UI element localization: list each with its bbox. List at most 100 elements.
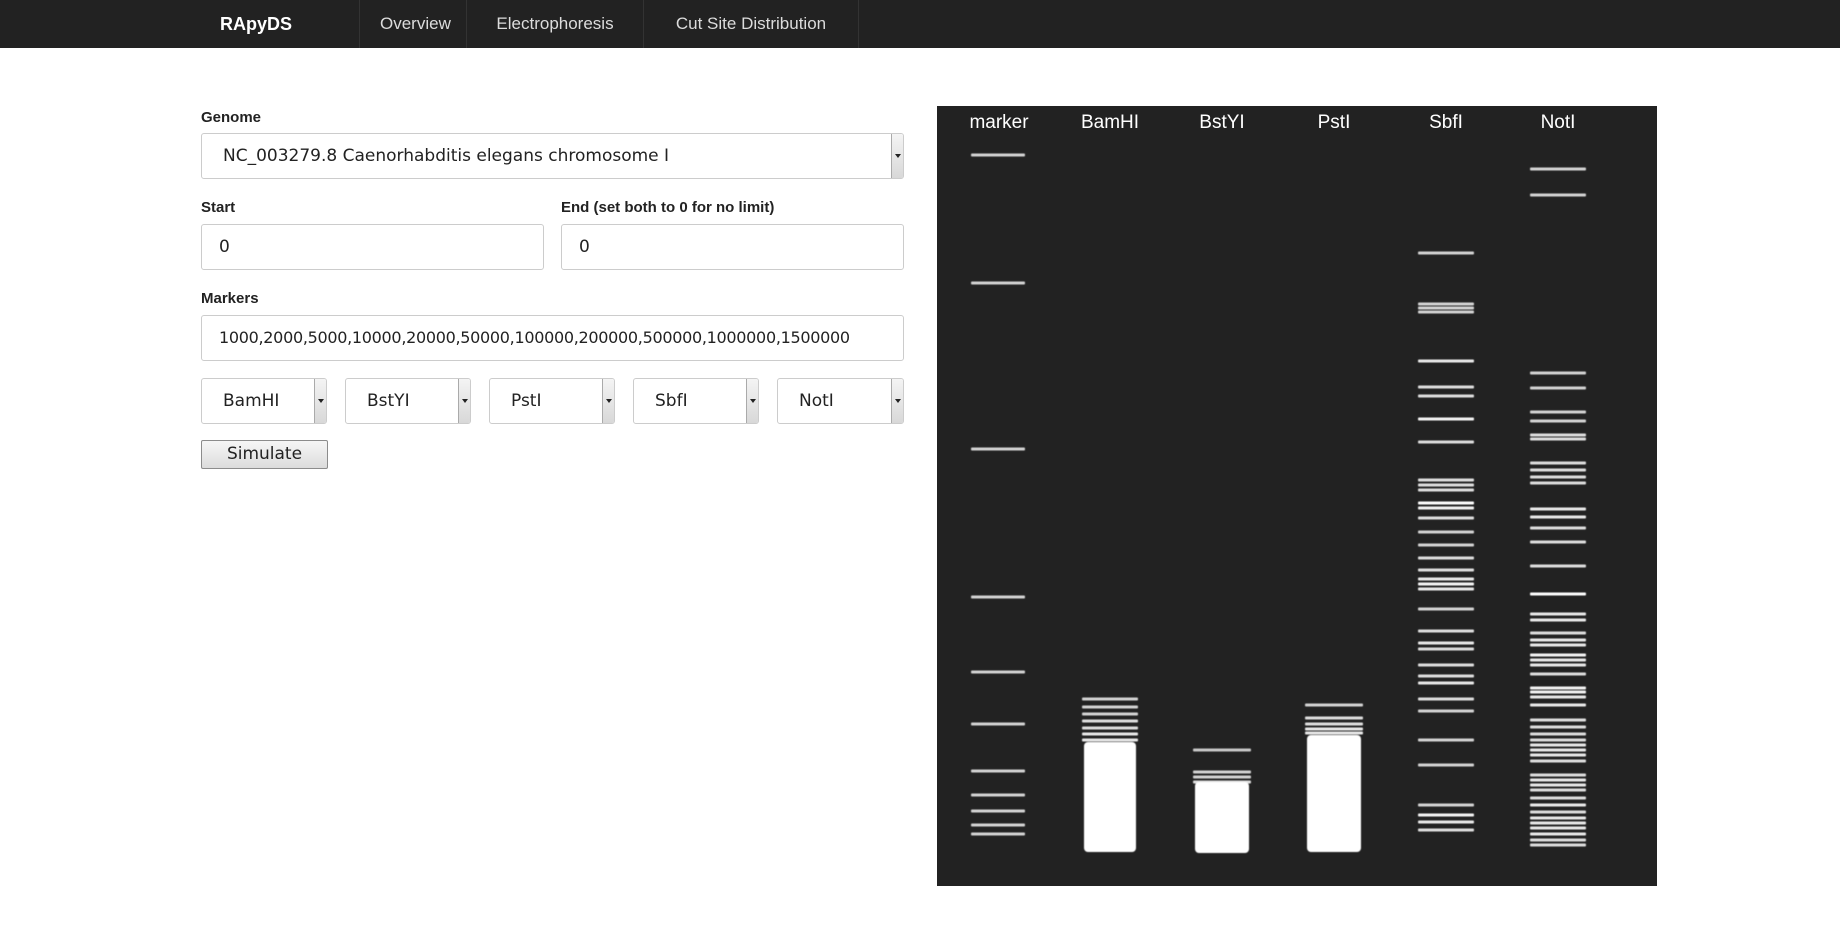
end-label: End (set both to 0 for no limit)	[561, 199, 775, 216]
enzyme-select-5[interactable]: NotI	[777, 378, 904, 424]
gel-band-marker-6	[971, 769, 1025, 773]
gel-smear-bstyi	[1195, 782, 1249, 853]
gel-band-bamhi-2	[1082, 712, 1138, 716]
gel-band-sbfi-30	[1418, 709, 1474, 713]
gel-band-bamhi-1	[1082, 705, 1138, 709]
gel-band-sbfi-22	[1418, 607, 1474, 611]
gel-band-noti-2	[1530, 371, 1586, 375]
nav-item-overview[interactable]: Overview	[359, 0, 467, 48]
gel-band-sbfi-31	[1418, 738, 1474, 742]
enzyme-select-4-value: SbfI	[655, 391, 688, 411]
nav-item-cut-site-distribution[interactable]: Cut Site Distribution	[644, 0, 859, 48]
gel-band-noti-4	[1530, 410, 1586, 414]
brand-link[interactable]: RApyDS Report	[200, 0, 360, 82]
gel-band-noti-12	[1530, 507, 1586, 511]
gel-band-sbfi-8	[1418, 440, 1474, 444]
gel-band-bstyi-3	[1193, 780, 1251, 784]
gel-band-noti-20	[1530, 631, 1586, 635]
gel-band-marker-1	[971, 281, 1025, 285]
end-input[interactable]: 0	[561, 224, 904, 270]
gel-band-sbfi-9	[1418, 478, 1474, 482]
gel-band-sbfi-6	[1418, 394, 1474, 398]
gel-band-sbfi-10	[1418, 483, 1474, 487]
gel-band-bamhi-4	[1082, 726, 1138, 730]
gel-band-sbfi-27	[1418, 674, 1474, 678]
gel-band-noti-28	[1530, 690, 1586, 694]
gel-band-psti-0	[1305, 703, 1363, 707]
gel-band-sbfi-36	[1418, 828, 1474, 832]
gel-band-noti-18	[1530, 612, 1586, 616]
gel-band-bstyi-0	[1193, 748, 1251, 752]
gel-band-noti-25	[1530, 663, 1586, 667]
gel-band-psti-1	[1305, 716, 1363, 720]
gel-band-sbfi-5	[1418, 385, 1474, 389]
gel-band-noti-11	[1530, 481, 1586, 485]
gel-band-noti-44	[1530, 803, 1586, 807]
gel-band-noti-13	[1530, 515, 1586, 519]
chevron-down-icon	[314, 379, 326, 423]
enzyme-select-4[interactable]: SbfI	[633, 378, 759, 424]
gel-band-bamhi-3	[1082, 719, 1138, 723]
lane-label-psti: PstI	[1318, 112, 1351, 133]
gel-band-noti-40	[1530, 778, 1586, 782]
gel-band-sbfi-2	[1418, 306, 1474, 310]
gel-band-noti-48	[1530, 826, 1586, 830]
gel-band-sbfi-16	[1418, 543, 1474, 547]
gel-band-marker-4	[971, 670, 1025, 674]
gel-band-noti-15	[1530, 540, 1586, 544]
gel-band-noti-31	[1530, 718, 1586, 722]
gel-band-noti-23	[1530, 653, 1586, 657]
top-navbar: RApyDS Report Overview Electrophoresis C…	[0, 0, 1840, 82]
gel-band-noti-43	[1530, 796, 1586, 800]
chevron-down-icon	[458, 379, 470, 423]
gel-band-marker-5	[971, 722, 1025, 726]
lane-label-sbfi: SbfI	[1429, 112, 1463, 133]
chevron-down-icon	[891, 379, 903, 423]
gel-band-bamhi-5	[1082, 732, 1138, 736]
gel-band-sbfi-33	[1418, 803, 1474, 807]
gel-band-marker-0	[971, 153, 1025, 157]
gel-band-sbfi-15	[1418, 530, 1474, 534]
start-input[interactable]: 0	[201, 224, 544, 270]
gel-band-sbfi-28	[1418, 681, 1474, 685]
electrophoresis-gel: marker BamHI BstYI PstI SbfI NotI	[937, 106, 1657, 886]
gel-band-bstyi-1	[1193, 770, 1251, 774]
gel-band-sbfi-18	[1418, 568, 1474, 572]
gel-smear-psti	[1307, 735, 1361, 852]
genome-select-value: NC_003279.8 Caenorhabditis elegans chrom…	[223, 146, 670, 166]
gel-band-noti-27	[1530, 686, 1586, 690]
gel-band-noti-36	[1530, 748, 1586, 752]
enzyme-select-1[interactable]: BamHI	[201, 378, 327, 424]
genome-select[interactable]: NC_003279.8 Caenorhabditis elegans chrom…	[201, 133, 904, 179]
enzyme-select-3-value: PstI	[511, 391, 542, 411]
gel-band-sbfi-35	[1418, 820, 1474, 824]
gel-band-noti-33	[1530, 732, 1586, 736]
gel-band-marker-3	[971, 595, 1025, 599]
gel-band-sbfi-23	[1418, 629, 1474, 633]
gel-band-sbfi-34	[1418, 813, 1474, 817]
gel-band-psti-3	[1305, 727, 1363, 731]
gel-band-psti-4	[1305, 731, 1363, 735]
lane-label-noti: NotI	[1541, 112, 1576, 133]
lane-label-marker: marker	[969, 112, 1029, 133]
gel-band-noti-7	[1530, 437, 1586, 441]
gel-band-noti-42	[1530, 788, 1586, 792]
simulate-button[interactable]: Simulate	[201, 440, 328, 469]
gel-band-noti-22	[1530, 643, 1586, 647]
gel-band-marker-7	[971, 793, 1025, 797]
enzyme-select-3[interactable]: PstI	[489, 378, 615, 424]
genome-label: Genome	[201, 109, 262, 126]
gel-band-noti-47	[1530, 821, 1586, 825]
markers-input[interactable]: 1000,2000,5000,10000,20000,50000,100000,…	[201, 315, 904, 361]
gel-band-sbfi-0	[1418, 251, 1474, 255]
gel-band-noti-26	[1530, 672, 1586, 676]
enzyme-select-2[interactable]: BstYI	[345, 378, 471, 424]
gel-band-sbfi-24	[1418, 641, 1474, 645]
gel-band-noti-6	[1530, 433, 1586, 437]
gel-band-noti-16	[1530, 564, 1586, 568]
nav-item-electrophoresis[interactable]: Electrophoresis	[467, 0, 644, 48]
chevron-down-icon	[746, 379, 758, 423]
gel-band-sbfi-11	[1418, 488, 1474, 492]
gel-band-noti-24	[1530, 658, 1586, 662]
gel-band-sbfi-26	[1418, 663, 1474, 667]
